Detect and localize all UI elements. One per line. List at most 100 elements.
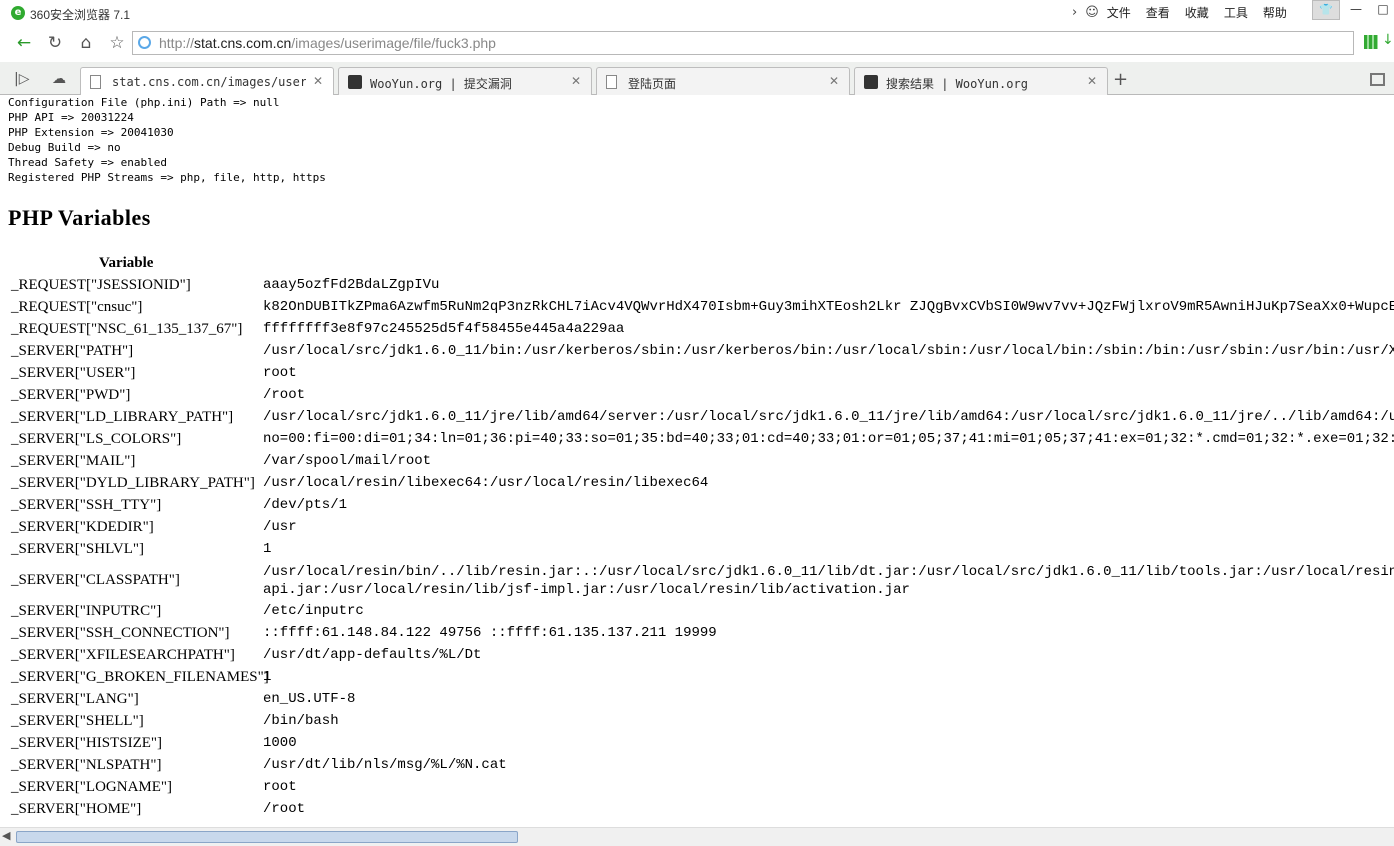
page-content: Configuration File (php.ini) Path => nul… <box>0 95 1394 827</box>
variable-value: /usr/local/src/jdk1.6.0_11/jre/lib/amd64… <box>263 409 1394 425</box>
variable-value: /usr/local/resin/libexec64:/usr/local/re… <box>263 475 709 491</box>
variable-value: /etc/inputrc <box>263 603 364 619</box>
menu-help[interactable]: 帮助 <box>1263 4 1287 21</box>
info-line: PHP Extension => 20041030 <box>8 126 174 139</box>
variable-value: ::ffff:61.148.84.122 49756 ::ffff:61.135… <box>263 625 717 641</box>
info-line: Debug Build => no <box>8 141 121 154</box>
variable-value: no=00:fi=00:di=01;34:ln=01;36:pi=40;33:s… <box>263 431 1394 447</box>
tab-label: 搜索结果 | WooYun.org <box>886 77 1028 91</box>
variable-name: _SERVER["SHELL"] <box>11 713 144 729</box>
qr-code-icon[interactable] <box>1364 35 1378 49</box>
variable-name: _SERVER["HOME"] <box>11 801 142 817</box>
table-row: _SERVER["SSH_CONNECTION"]::ffff:61.148.8… <box>11 624 1394 646</box>
new-tab-icon[interactable]: + <box>1113 69 1128 90</box>
table-row: _SERVER["USER"] root <box>11 364 1394 386</box>
address-bar[interactable]: http://stat.cns.com.cn/images/userimage/… <box>132 31 1354 55</box>
close-icon[interactable]: ✕ <box>829 74 839 88</box>
home-icon[interactable]: ⌂ <box>75 32 97 54</box>
menu-tools[interactable]: 工具 <box>1224 4 1248 21</box>
url-text[interactable]: http://stat.cns.com.cn/images/userimage/… <box>159 35 496 51</box>
tab-wooyun-submit[interactable]: WooYun.org | 提交漏洞 ✕ <box>338 67 592 95</box>
variable-value-line: api.jar:/usr/local/resin/lib/jsf-impl.ja… <box>263 582 910 598</box>
sidebar-toggle-icon[interactable]: |▷ <box>14 71 29 87</box>
table-row: _SERVER["LANG"] en_US.UTF-8 <box>11 690 1394 712</box>
section-title: PHP Variables <box>8 205 151 230</box>
variable-name: _REQUEST["JSESSIONID"] <box>11 277 191 293</box>
variable-value: root <box>263 365 297 381</box>
scrollbar-thumb[interactable] <box>16 831 518 843</box>
table-row: _SERVER["PWD"] /root <box>11 386 1394 408</box>
table-row: _SERVER["PATH"] /usr/local/src/jdk1.6.0_1… <box>11 342 1394 364</box>
variable-name: _SERVER["XFILESEARCHPATH"] <box>11 647 235 663</box>
menu-bar: › ☺ 文件 查看 收藏 工具 帮助 <box>1072 3 1302 21</box>
variable-value: /usr/local/resin/bin/../lib/resin.jar:.:… <box>263 563 1394 599</box>
table-row: _REQUEST["JSESSIONID"] aaay5ozfFd2BdaLZgp… <box>11 276 1394 298</box>
scroll-left-icon[interactable]: ◀ <box>2 829 10 842</box>
tab-label: 登陆页面 <box>628 77 677 91</box>
table-row: _SERVER["LS_COLORS"] no=00:fi=00:di=01;34… <box>11 430 1394 452</box>
tab-current[interactable]: stat.cns.com.cn/images/userimage/f ✕ <box>80 67 334 96</box>
variable-name: _SERVER["LS_COLORS"] <box>11 431 182 447</box>
user-icon[interactable]: ☺ <box>1085 5 1099 20</box>
tab-list-icon[interactable] <box>1370 73 1385 86</box>
tab-strip: |▷ ☁ stat.cns.com.cn/images/userimage/f … <box>0 62 1394 96</box>
window-title: 360安全浏览器 7.1 <box>30 8 131 22</box>
tab-login-page[interactable]: 登陆页面 ✕ <box>596 67 850 95</box>
table-row: _SERVER["HOME"] /root <box>11 800 1394 822</box>
menu-view[interactable]: 查看 <box>1146 4 1170 21</box>
info-line: Registered PHP Streams => php, file, htt… <box>8 171 326 184</box>
table-row: _SERVER["HISTSIZE"] 1000 <box>11 734 1394 756</box>
table-row: _SERVER["SSH_TTY"] /dev/pts/1 <box>11 496 1394 518</box>
variable-value: /usr/dt/app-defaults/%L/Dt <box>263 647 482 663</box>
variable-value: en_US.UTF-8 <box>263 691 356 707</box>
wooyun-icon <box>864 75 878 89</box>
variable-name: _SERVER["USER"] <box>11 365 136 381</box>
variable-name: _REQUEST["NSC_61_135_137_67"] <box>11 321 243 337</box>
variable-name: _SERVER["LOGNAME"] <box>11 779 173 795</box>
variable-name: _SERVER["SSH_TTY"] <box>11 497 162 513</box>
variable-value: 1 <box>263 669 272 685</box>
tab-search-results[interactable]: 搜索结果 | WooYun.org ✕ <box>854 67 1108 95</box>
variable-name: _SERVER["MAIL"] <box>11 453 136 469</box>
table-row: _SERVER["LD_LIBRARY_PATH"] /usr/local/src… <box>11 408 1394 430</box>
page-icon <box>606 75 617 89</box>
table-row: _SERVER["MAIL"] /var/spool/mail/root <box>11 452 1394 474</box>
close-icon[interactable]: ✕ <box>1087 74 1097 88</box>
table-row: _SERVER["SHLVL"] 1 <box>11 540 1394 562</box>
close-icon[interactable]: ✕ <box>313 74 323 88</box>
chevron-right-icon[interactable]: › <box>1072 5 1077 20</box>
table-row: _REQUEST["cnsuc"] k82OnDUBITkZPma6Azwfm5R… <box>11 298 1394 320</box>
cloud-icon[interactable]: ☁ <box>52 71 66 87</box>
skin-icon[interactable]: 👕 <box>1312 0 1340 20</box>
variable-value-line: /usr/local/resin/bin/../lib/resin.jar:.:… <box>263 564 1394 580</box>
info-line: PHP API => 20031224 <box>8 111 134 124</box>
back-icon[interactable]: ← <box>13 32 35 54</box>
maximize-button[interactable]: □ <box>1370 2 1394 20</box>
table-row: _SERVER["G_BROKEN_FILENAMES"] 1 <box>11 668 1394 690</box>
reload-icon[interactable]: ↻ <box>44 32 66 54</box>
download-arrow-icon[interactable]: ↓ <box>1382 32 1394 48</box>
menu-favorites[interactable]: 收藏 <box>1185 4 1209 21</box>
minimize-button[interactable]: — <box>1343 2 1369 20</box>
menu-file[interactable]: 文件 <box>1107 4 1131 21</box>
variable-name: _SERVER["G_BROKEN_FILENAMES"] <box>11 669 269 685</box>
variable-value: /bin/bash <box>263 713 339 729</box>
page-icon <box>90 75 101 89</box>
tab-label: stat.cns.com.cn/images/userimage/f <box>112 75 306 89</box>
variable-value: /var/spool/mail/root <box>263 453 432 469</box>
close-icon[interactable]: ✕ <box>571 74 581 88</box>
variable-value: 1 <box>263 541 272 557</box>
variable-value: /usr <box>263 519 297 535</box>
horizontal-scrollbar[interactable]: ◀ <box>0 827 1394 846</box>
table-row: _SERVER["KDEDIR"] /usr <box>11 518 1394 540</box>
table-row: _SERVER["LOGNAME"] root <box>11 778 1394 800</box>
table-row: _SERVER["CLASSPATH"] /usr/local/resin/bin… <box>11 562 1394 602</box>
variable-name: _REQUEST["cnsuc"] <box>11 299 143 315</box>
tab-label: WooYun.org | 提交漏洞 <box>370 77 512 91</box>
variable-name: _SERVER["PWD"] <box>11 387 131 403</box>
favorite-star-icon[interactable]: ☆ <box>106 32 128 54</box>
table-row: _SERVER["NLSPATH"] /usr/dt/lib/nls/msg/%L… <box>11 756 1394 778</box>
variable-value: /usr/local/src/jdk1.6.0_11/bin:/usr/kerb… <box>263 343 1394 359</box>
variable-name: _SERVER["DYLD_LIBRARY_PATH"] <box>11 475 255 491</box>
variable-value: /usr/dt/lib/nls/msg/%L/%N.cat <box>263 757 507 773</box>
